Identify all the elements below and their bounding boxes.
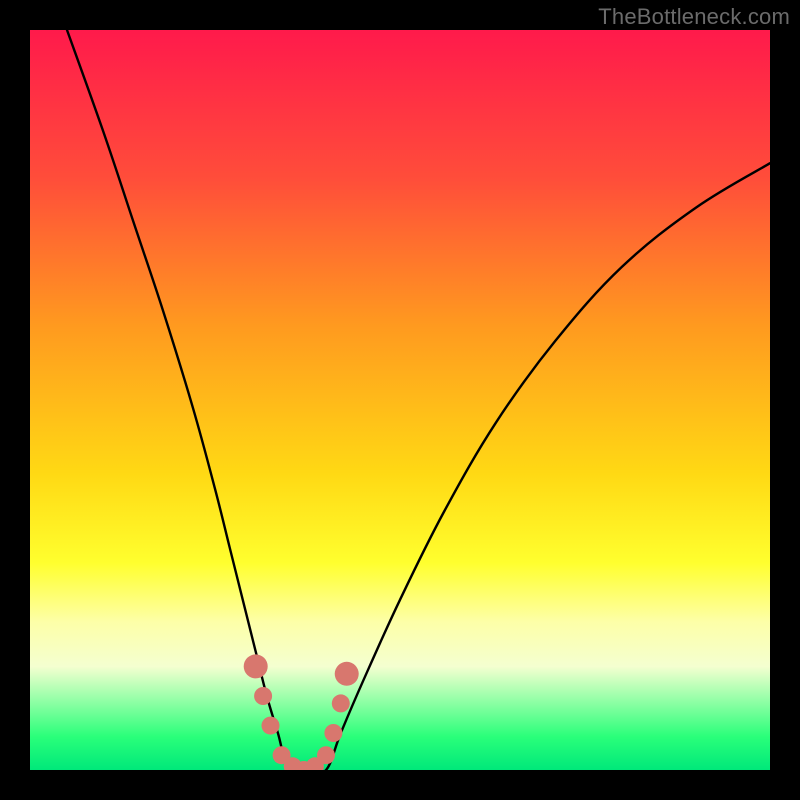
highlight-dot [262,717,280,735]
highlight-dot [332,694,350,712]
gradient-background [30,30,770,770]
plot-area [30,30,770,770]
highlight-dot [317,746,335,764]
highlight-dot [324,724,342,742]
highlight-dot [244,654,268,678]
highlight-dot [254,687,272,705]
watermark-text: TheBottleneck.com [598,4,790,30]
chart-svg [30,30,770,770]
chart-frame: TheBottleneck.com [0,0,800,800]
highlight-dot [335,662,359,686]
